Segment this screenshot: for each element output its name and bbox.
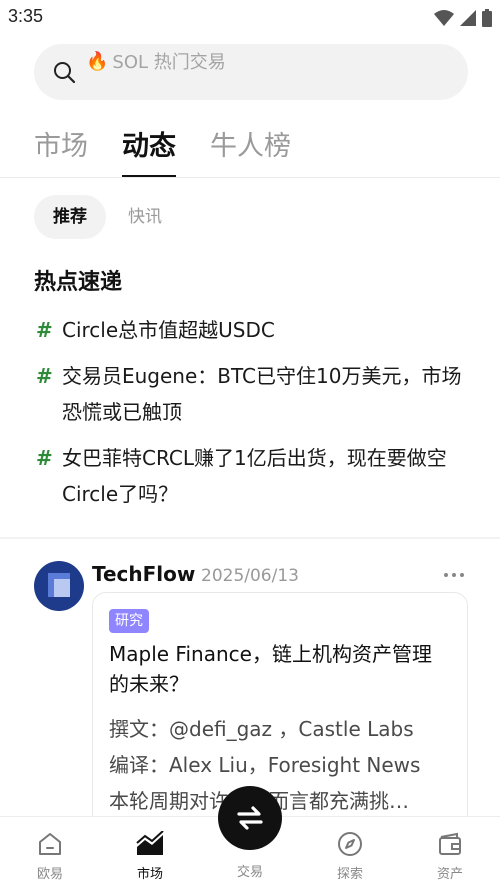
signal-icon (460, 10, 476, 26)
section-divider (0, 537, 500, 539)
home-icon (39, 833, 61, 855)
tab-feed[interactable]: 动态 (122, 124, 176, 178)
hot-item-text: 女巴菲特CRCL赚了1亿后出货，现在要做空Circle了吗？ (62, 446, 447, 506)
subtab-recommend[interactable]: 推荐 (34, 195, 106, 239)
fire-icon: 🔥 (86, 50, 109, 72)
hot-list: # Circle总市值超越USDC # 交易员Eugene：BTC已守住10万美… (36, 312, 476, 522)
hashtag-icon: # (36, 318, 53, 342)
battery-icon (482, 9, 492, 27)
hot-section-title: 热点速递 (34, 270, 123, 295)
post-date: 2025/06/13 (201, 566, 299, 586)
nav-item-home[interactable]: 欧易 (20, 831, 80, 882)
post-author[interactable]: TechFlow (92, 562, 195, 586)
subtab-flash[interactable]: 快讯 (128, 195, 162, 239)
wallet-icon (439, 832, 461, 855)
nav-label: 资产 (436, 867, 463, 882)
hot-item[interactable]: # 交易员Eugene：BTC已守住10万美元，市场恐慌或已触顶 (36, 358, 476, 430)
swap-icon (237, 806, 263, 830)
post-body-line: 编译：Alex Liu，Foresight News (109, 753, 421, 777)
search-placeholder: SOL 热门交易 (112, 52, 226, 73)
search-icon (54, 62, 76, 84)
status-time: 3:35 (8, 6, 44, 26)
hot-item[interactable]: # Circle总市值超越USDC (36, 312, 476, 348)
nav-item-assets[interactable]: 资产 (420, 831, 480, 882)
status-bar: 3:35 (0, 0, 500, 34)
search-placeholder-wrap: 🔥 SOL 热门交易 (86, 48, 226, 74)
post-card[interactable]: 研究 Maple Finance，链上机构资产管理的未来？ 撰文：@defi_g… (92, 592, 468, 832)
more-options-icon[interactable] (440, 565, 468, 585)
hashtag-icon: # (36, 446, 53, 470)
status-icons (434, 9, 492, 27)
avatar-logo-shape (54, 579, 70, 597)
market-chart-icon (136, 831, 164, 855)
nav-item-market[interactable]: 市场 (120, 831, 180, 882)
main-tabs: 市场 动态 牛人榜 (34, 124, 291, 178)
trade-button[interactable] (218, 786, 282, 850)
search-bar[interactable]: 🔥 SOL 热门交易 (34, 44, 468, 100)
compass-icon (338, 832, 362, 856)
hot-item-text: Circle总市值超越USDC (62, 318, 275, 342)
post-body-line: 本轮周期对许多人而言都充满挑… (109, 783, 455, 819)
avatar[interactable] (34, 561, 84, 611)
post-body-line: 撰文：@defi_gaz ，Castle Labs (109, 717, 414, 741)
nav-label: 市场 (136, 867, 163, 882)
nav-item-explore[interactable]: 探索 (320, 831, 380, 882)
hashtag-icon: # (36, 364, 53, 388)
trade-label[interactable]: 交易 (220, 861, 280, 880)
wifi-icon (434, 10, 454, 26)
post-tag: 研究 (109, 609, 149, 633)
tabs-divider (0, 177, 500, 178)
post-body: 撰文：@defi_gaz ，Castle Labs 编译：Alex Liu，Fo… (109, 711, 455, 819)
tab-leaderboard[interactable]: 牛人榜 (210, 124, 291, 177)
tab-market[interactable]: 市场 (34, 124, 88, 177)
nav-label: 探索 (336, 867, 363, 882)
hot-item[interactable]: # 女巴菲特CRCL赚了1亿后出货，现在要做空Circle了吗？ (36, 440, 476, 512)
hot-item-text: 交易员Eugene：BTC已守住10万美元，市场恐慌或已触顶 (62, 364, 462, 424)
post-title: Maple Finance，链上机构资产管理的未来？ (109, 642, 432, 696)
nav-label: 欧易 (36, 867, 63, 882)
